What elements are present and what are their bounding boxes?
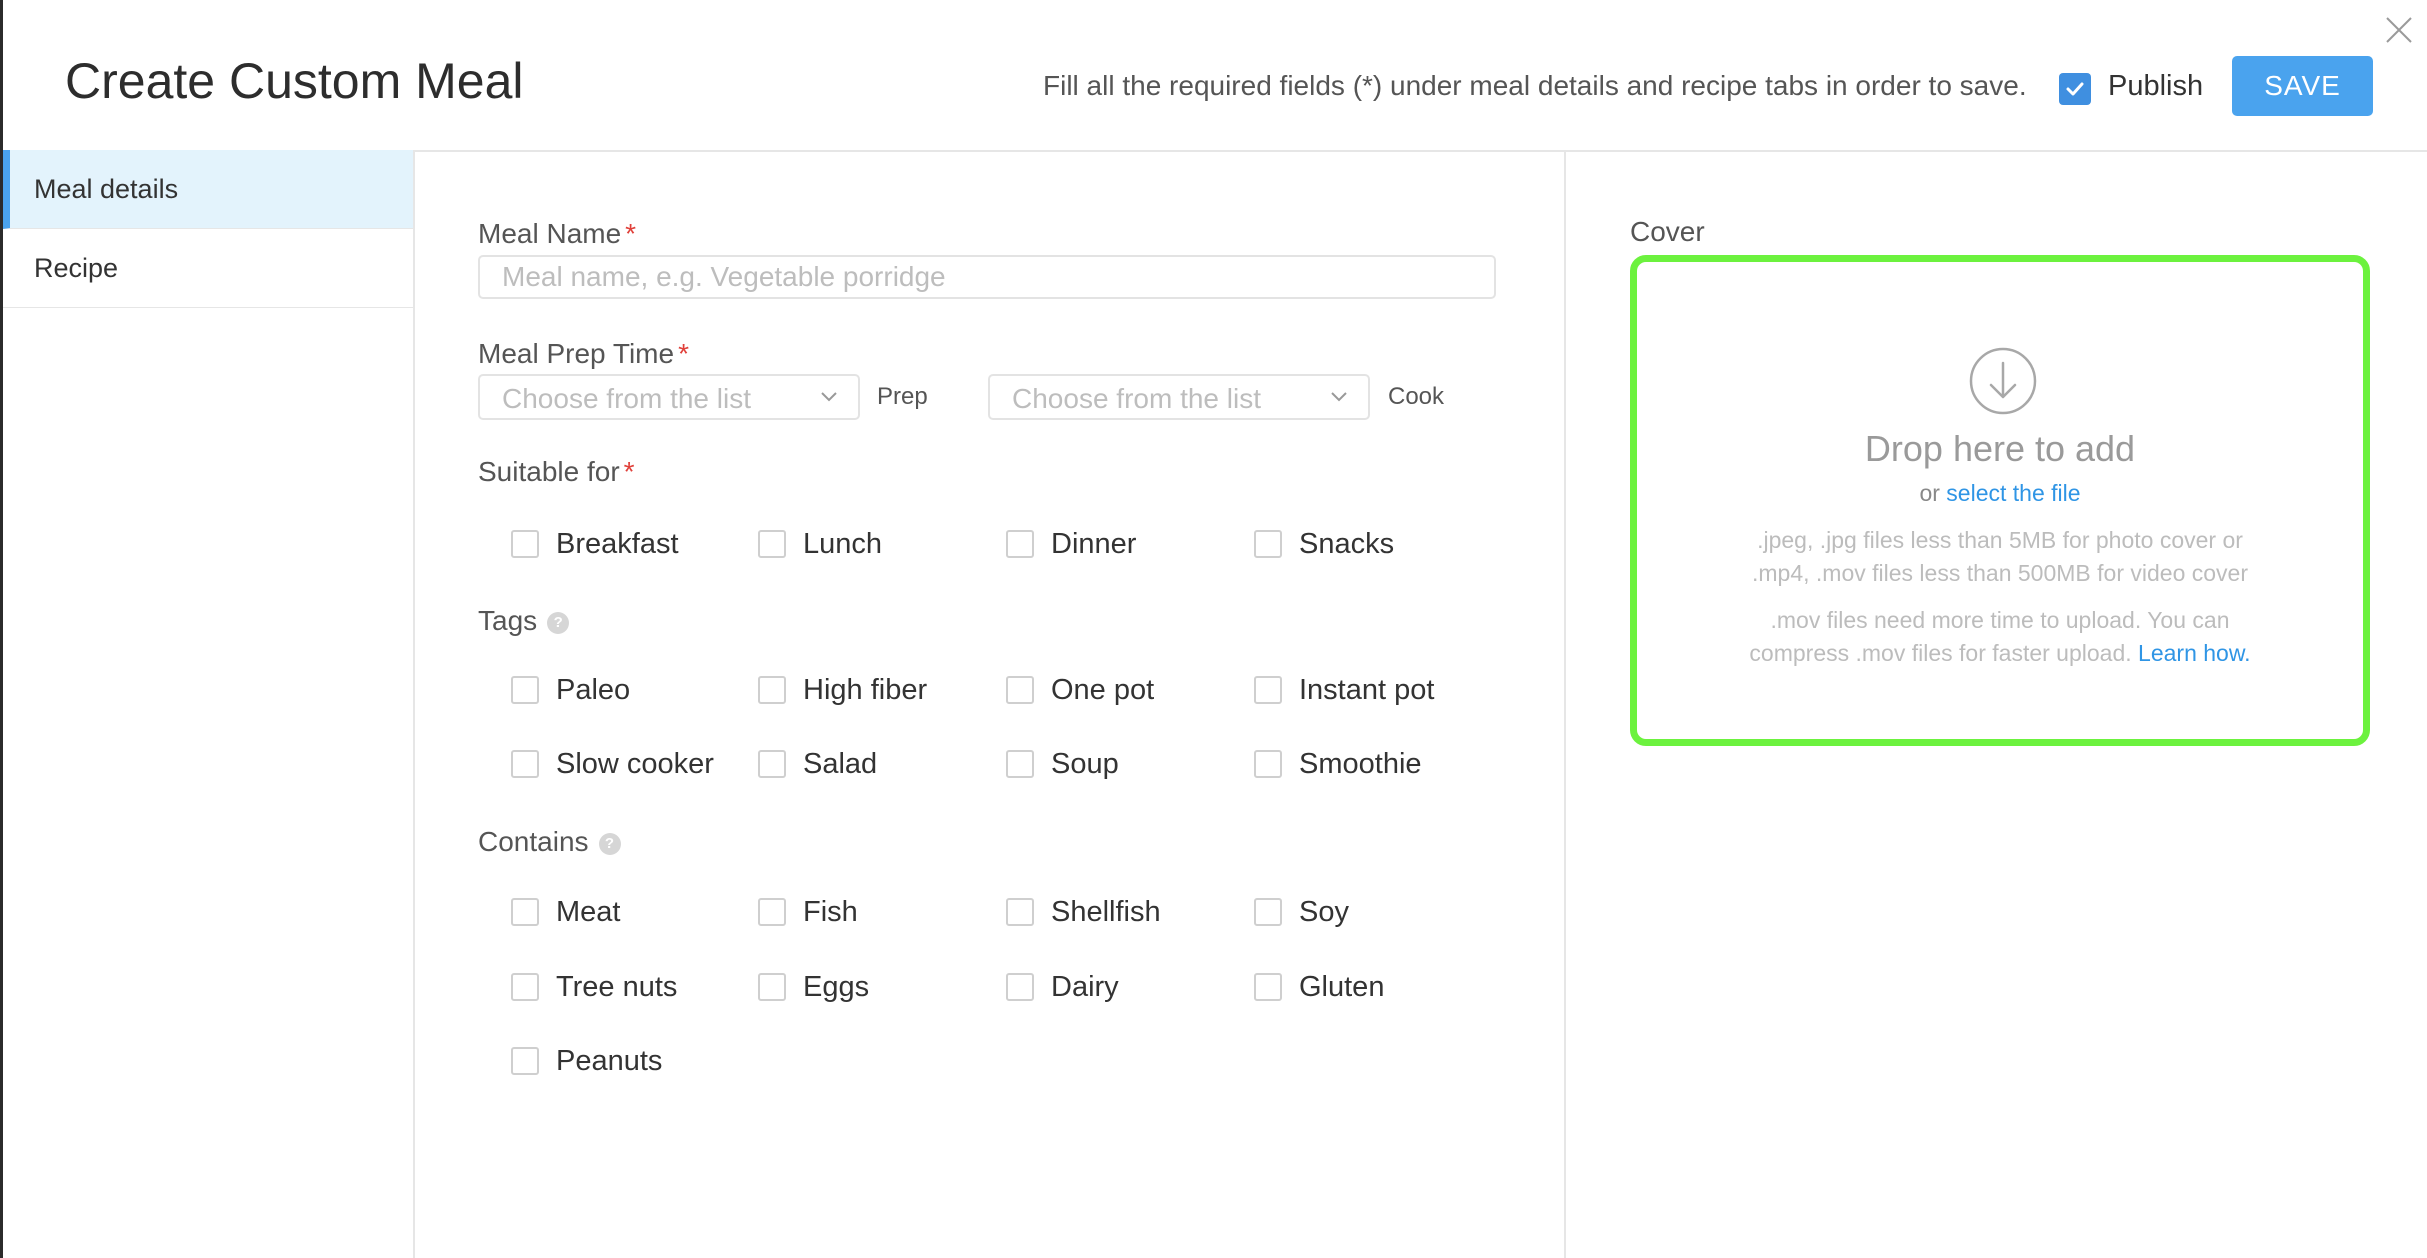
sidebar-item-recipe[interactable]: Recipe [3, 229, 413, 308]
checkbox-lunch[interactable] [758, 530, 786, 558]
select-file-link[interactable]: select the file [1946, 480, 2080, 506]
prep-suffix: Prep [877, 383, 928, 410]
checkbox-label[interactable]: Smoothie [1299, 748, 1422, 781]
publish-checkbox[interactable] [2059, 73, 2091, 105]
dropzone-title: Drop here to add [1864, 428, 2136, 469]
checkbox-slow-cooker[interactable] [511, 750, 539, 778]
checkbox-paleo[interactable] [511, 676, 539, 704]
close-icon [2386, 17, 2412, 43]
checkbox-soup[interactable] [1006, 750, 1034, 778]
meal-details-form: Meal Name* Meal Prep Time* Choose from t… [415, 150, 1566, 1258]
suitable-for-label: Suitable for * [478, 456, 635, 488]
checkbox-dinner[interactable] [1006, 530, 1034, 558]
meal-name-input[interactable] [478, 255, 1496, 299]
note-line: compress .mov files for faster upload. L… [1637, 637, 2363, 670]
cook-time-select[interactable]: Choose from the list [988, 374, 1370, 420]
sidebar-item-meal-details[interactable]: Meal details [3, 150, 413, 229]
prep-time-select[interactable]: Choose from the list [478, 374, 860, 420]
checkbox-high-fiber[interactable] [758, 676, 786, 704]
checkbox-label[interactable]: Dairy [1051, 971, 1119, 1004]
checkbox-label[interactable]: Breakfast [556, 528, 679, 561]
close-button[interactable] [2381, 12, 2417, 48]
prep-time-label: Meal Prep Time * [478, 338, 689, 370]
checkbox-label[interactable]: Dinner [1051, 528, 1136, 561]
note-line-text: compress .mov files for faster upload. [1749, 640, 2132, 666]
cover-dropzone[interactable]: Drop here to add or select the file .jpe… [1630, 255, 2370, 746]
note-line: .jpeg, .jpg files less than 5MB for phot… [1757, 527, 2243, 553]
checkbox-label[interactable]: Peanuts [556, 1045, 662, 1078]
checkbox-label[interactable]: Tree nuts [556, 971, 677, 1004]
checkbox-gluten[interactable] [1254, 973, 1282, 1001]
help-icon[interactable]: ? [598, 832, 621, 855]
checkbox-tree-nuts[interactable] [511, 973, 539, 1001]
checkbox-label[interactable]: Gluten [1299, 971, 1384, 1004]
chevron-down-icon [821, 392, 837, 402]
checkbox-snacks[interactable] [1254, 530, 1282, 558]
checkbox-dairy[interactable] [1006, 973, 1034, 1001]
page-title: Create Custom Meal [65, 53, 524, 109]
contains-label-text: Contains [478, 826, 589, 857]
tags-label: Tags? [478, 605, 570, 637]
checkbox-label[interactable]: Paleo [556, 674, 630, 707]
cover-label: Cover [1630, 216, 1705, 247]
checkbox-eggs[interactable] [758, 973, 786, 1001]
checkbox-label[interactable]: Snacks [1299, 528, 1394, 561]
checkbox-label[interactable]: One pot [1051, 674, 1154, 707]
checkbox-label[interactable]: Eggs [803, 971, 869, 1004]
save-button[interactable]: SAVE [2232, 56, 2373, 116]
checkbox-breakfast[interactable] [511, 530, 539, 558]
checkbox-label[interactable]: Soup [1051, 748, 1119, 781]
help-icon[interactable]: ? [547, 611, 570, 634]
contains-label: Contains? [478, 826, 621, 858]
cook-select-placeholder: Choose from the list [1012, 383, 1261, 414]
checkbox-soy[interactable] [1254, 898, 1282, 926]
prep-select-placeholder: Choose from the list [502, 383, 751, 414]
meal-name-label: Meal Name * [478, 218, 636, 250]
file-format-note: .jpeg, .jpg files less than 5MB for phot… [1637, 524, 2363, 590]
tags-label-text: Tags [478, 605, 538, 636]
learn-how-link[interactable]: Learn how. [2138, 640, 2251, 666]
chevron-down-icon [1331, 392, 1347, 402]
checkbox-label[interactable]: Fish [803, 896, 858, 929]
dropzone-select-row: or select the file [1637, 480, 2363, 507]
checkbox-label[interactable]: Salad [803, 748, 877, 781]
checkbox-peanuts[interactable] [511, 1047, 539, 1075]
note-line: .mp4, .mov files less than 500MB for vid… [1752, 560, 2248, 586]
download-arrow-icon [1969, 347, 2037, 415]
checkbox-label[interactable]: Slow cooker [556, 748, 714, 781]
checkbox-one-pot[interactable] [1006, 676, 1034, 704]
save-instructions: Fill all the required fields (*) under m… [1043, 70, 2027, 101]
checkbox-label[interactable]: Instant pot [1299, 674, 1434, 707]
publish-label[interactable]: Publish [2108, 70, 2203, 103]
checkmark-icon [2066, 82, 2084, 96]
suitable-for-label-text: Suitable for [478, 456, 620, 487]
required-marker: * [623, 456, 635, 487]
checkbox-salad[interactable] [758, 750, 786, 778]
required-marker: * [678, 338, 689, 369]
checkbox-fish[interactable] [758, 898, 786, 926]
sidebar-item-label: Recipe [34, 252, 119, 283]
checkbox-smoothie[interactable] [1254, 750, 1282, 778]
sidebar-nav: Meal details Recipe [3, 150, 415, 1258]
checkbox-label[interactable]: Meat [556, 896, 620, 929]
or-text: or [1919, 480, 1940, 506]
sidebar-item-label: Meal details [34, 173, 179, 204]
checkbox-label[interactable]: Soy [1299, 896, 1349, 929]
cook-suffix: Cook [1388, 383, 1445, 410]
checkbox-label[interactable]: Lunch [803, 528, 882, 561]
checkbox-label[interactable]: High fiber [803, 674, 927, 707]
note-line: .mov files need more time to upload. You… [1770, 607, 2230, 633]
checkbox-meat[interactable] [511, 898, 539, 926]
prep-time-label-text: Meal Prep Time [478, 338, 675, 369]
checkbox-instant-pot[interactable] [1254, 676, 1282, 704]
modal-header: Create Custom Meal Fill all the required… [3, 0, 2427, 152]
checkbox-shellfish[interactable] [1006, 898, 1034, 926]
checkbox-label[interactable]: Shellfish [1051, 896, 1161, 929]
required-marker: * [625, 218, 637, 249]
mov-upload-note: .mov files need more time to upload. You… [1637, 604, 2363, 670]
meal-name-label-text: Meal Name [478, 218, 622, 249]
cover-panel: Cover Drop here to add or select the fil… [1566, 150, 2427, 1258]
